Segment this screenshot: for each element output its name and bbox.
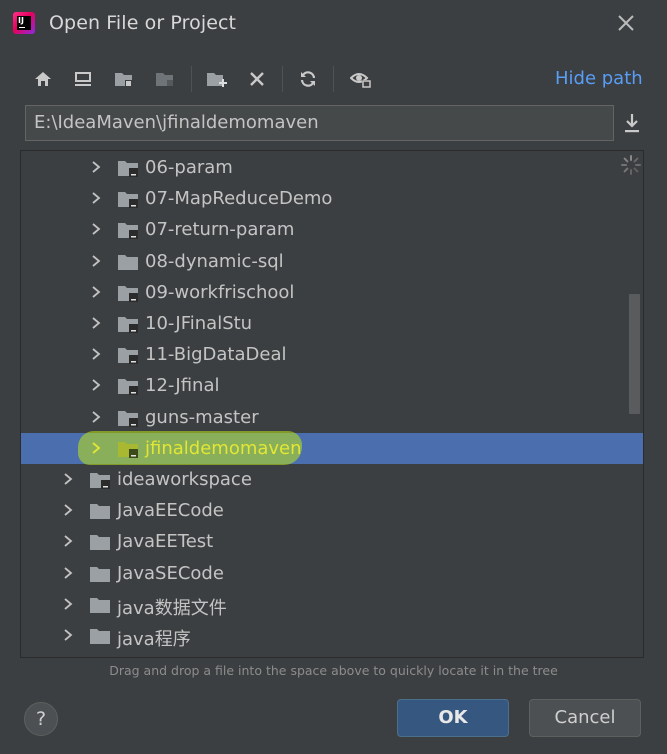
chevron-right-icon[interactable] [63,503,73,517]
module-icon[interactable] [151,62,179,96]
tree-item-label: 06-param [145,157,233,178]
project-folder-icon [118,223,138,240]
drag-drop-hint: Drag and drop a file into the space abov… [109,663,558,678]
loading-spinner-icon [621,155,641,175]
chevron-right-icon[interactable] [91,347,101,361]
folder-icon [90,504,110,520]
tree-row[interactable]: JavaSECode [21,558,643,589]
ok-button[interactable]: OK [397,699,509,737]
tree-item-label: 08-dynamic-sql [145,250,284,272]
chevron-right-icon[interactable] [91,191,101,205]
tree-item-label: 12-Jfinal [145,375,220,397]
folder-icon [90,597,110,613]
chevron-right-icon[interactable] [91,378,101,392]
tree-row[interactable]: 06-param [21,152,643,183]
tree-row[interactable]: 10-JFinalStu [21,308,643,339]
tree-row[interactable]: 07-MapReduceDemo [21,183,643,214]
folder-icon [90,566,110,582]
project-icon[interactable] [110,62,138,96]
delete-icon[interactable] [243,62,271,96]
project-folder-icon [118,285,138,302]
file-tree[interactable]: java程序 java数据文件 JavaSECode JavaEETest JavaEE… [20,150,644,658]
help-button[interactable]: ? [24,702,58,736]
close-icon[interactable] [614,11,638,35]
tree-scrollbar[interactable] [629,294,640,414]
tree-row[interactable]: 08-dynamic-sql [21,246,643,277]
chevron-right-icon[interactable] [63,566,73,580]
chevron-right-icon[interactable] [63,628,73,642]
chevron-right-icon[interactable] [91,254,101,268]
chevron-right-icon[interactable] [63,597,73,611]
tree-row[interactable]: 09-workfrischool [21,277,643,308]
tree-row[interactable]: jfinaldemomaven [21,430,643,465]
chevron-right-icon[interactable] [91,441,101,455]
tree-item-label: 07-MapReduceDemo [145,188,333,210]
tree-item-label: java数据文件 [117,597,227,619]
intellij-idea-icon: IJ [13,12,35,34]
tree-row[interactable]: JavaEETest [21,526,643,557]
project-folder-icon [118,317,138,333]
tree-item-label: 10-JFinalStu [145,313,253,334]
tree-row[interactable]: JavaEECode [21,495,643,526]
tree-item-label: jfinaldemomaven [145,437,302,459]
tree-row[interactable]: java数据文件 [21,589,643,620]
chevron-right-icon[interactable] [91,160,101,174]
new-folder-icon[interactable] [203,62,231,96]
project-folder-icon [118,379,138,396]
project-folder-icon [118,348,138,365]
tree-row[interactable]: java程序 [21,620,643,651]
path-input[interactable]: E:\IdeaMaven\jfinaldemomaven [25,105,614,141]
dialog-title: Open File or Project [49,12,237,34]
toolbar-divider [333,66,334,92]
project-folder-icon [90,473,110,489]
tree-row[interactable]: 11-BigDataDeal [21,339,643,370]
tree-row[interactable]: ideaworkspace [21,464,643,495]
tree-item-label: JavaEECode [117,500,224,522]
chevron-right-icon[interactable] [63,534,73,548]
folder-icon [90,629,110,644]
toolbar-divider [282,66,283,92]
tree-row[interactable]: guns-master [21,402,643,433]
show-hidden-icon[interactable] [347,62,375,96]
chevron-right-icon[interactable] [91,316,101,330]
chevron-right-icon[interactable] [91,285,101,299]
folder-icon [90,535,110,551]
tree-row[interactable]: 12-Jfinal [21,370,643,401]
tree-item-label: ideaworkspace [117,469,252,490]
project-folder-icon [118,192,138,209]
desktop-icon[interactable] [69,62,97,96]
folder-icon [118,254,138,270]
tree-item-label: guns-master [145,406,259,428]
cancel-button[interactable]: Cancel [529,699,641,737]
tree-row[interactable]: 07-return-param [21,214,643,245]
toolbar-divider [191,66,192,92]
refresh-icon[interactable] [294,62,322,96]
project-folder-icon [118,161,138,177]
chevron-right-icon[interactable] [63,472,73,486]
chevron-right-icon[interactable] [91,410,101,424]
home-icon[interactable] [29,62,57,96]
project-folder-icon [118,441,138,458]
tree-item-label: JavaEETest [117,531,214,553]
tree-item-label: java程序 [117,629,191,650]
hide-path-link[interactable]: Hide path [555,68,643,89]
tree-item-label: JavaSECode [117,562,224,584]
project-folder-icon [118,410,138,427]
tree-item-label: 11-BigDataDeal [145,344,287,366]
download-icon[interactable] [622,112,642,134]
title-bar: IJ Open File or Project [0,0,667,48]
chevron-right-icon[interactable] [91,222,101,236]
tree-item-label: 07-return-param [145,219,295,241]
tree-item-label: 09-workfrischool [145,281,295,303]
